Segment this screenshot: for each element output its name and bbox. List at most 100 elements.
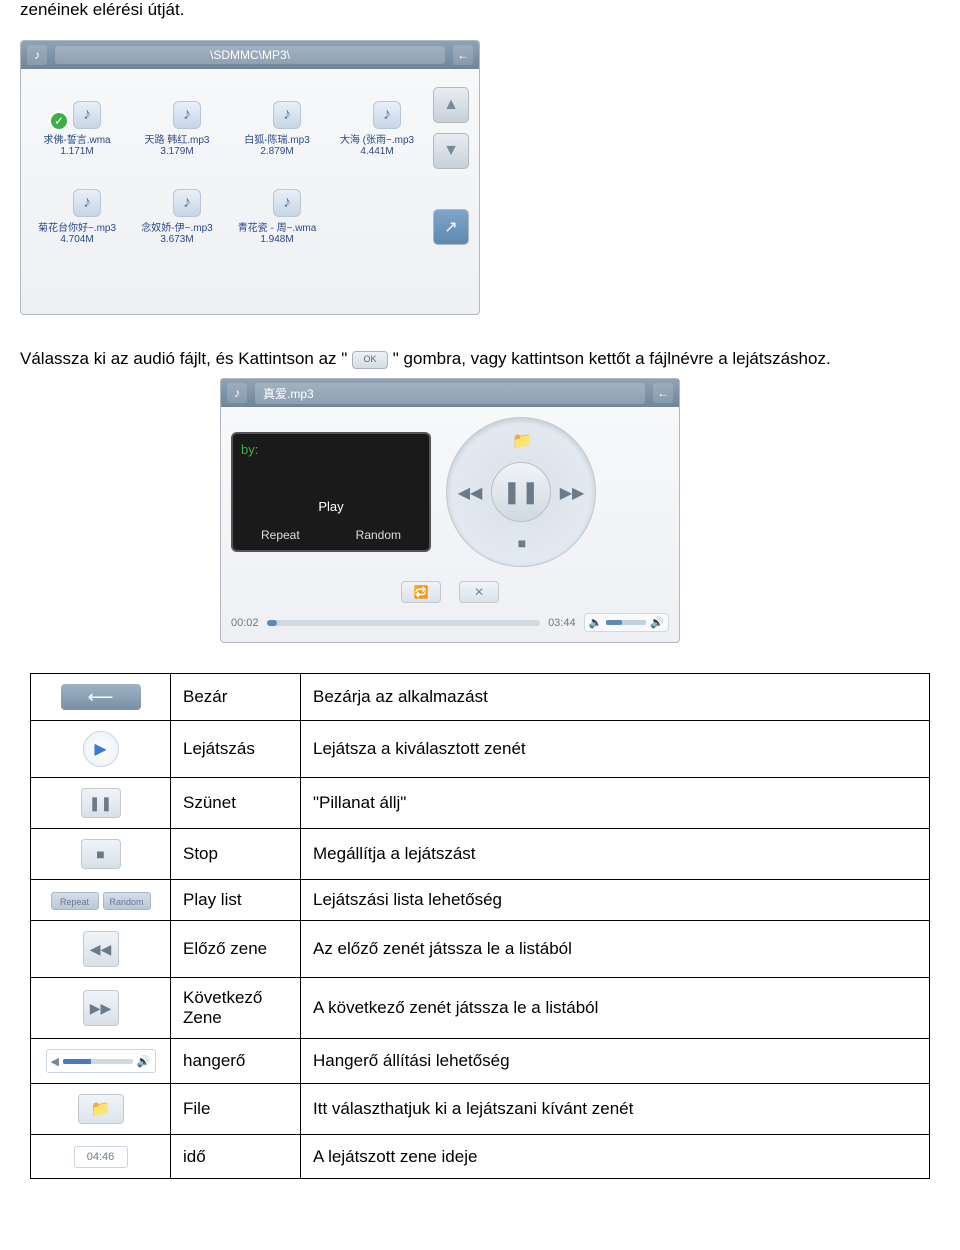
file-name: 念奴娇-伊~.mp3 [131, 219, 223, 234]
intro-text: zenéinek elérési útját. [20, 0, 940, 20]
music-player: ♪ 真爱.mp3 ← by: Play Repeat Random 📁 ◀◀ ▶… [220, 378, 680, 643]
file-name: 白狐-陈瑞.mp3 [231, 131, 323, 146]
row-icon: ❚❚ [31, 778, 171, 829]
row-label: KövetkezőZene [171, 978, 301, 1039]
file-name: 菊花台你好~.mp3 [31, 219, 123, 234]
volume-down-icon: 🔈 [589, 616, 603, 629]
row-label: hangerő [171, 1039, 301, 1084]
file-name: 天路 韩红.mp3 [131, 131, 223, 146]
row-icon: ⟵ [31, 674, 171, 721]
table-row: ▶ Lejátszás Lejátsza a kiválasztott zené… [31, 721, 930, 778]
table-row: 📁 File Itt választhatjuk ki a lejátszani… [31, 1084, 930, 1135]
row-icon: RepeatRandom [31, 880, 171, 921]
file-icon: 📁 [78, 1094, 124, 1124]
control-wheel: 📁 ◀◀ ▶▶ ■ ❚❚ [446, 417, 596, 567]
player-topbar: ♪ 真爱.mp3 ← [221, 379, 679, 407]
table-row: ◀🔊 hangerő Hangerő állítási lehetőség [31, 1039, 930, 1084]
music-note-icon: ♪ [73, 189, 101, 217]
file-item[interactable]: ♪ 大海 (张雨~.mp3 4.441M [331, 77, 423, 157]
row-icon: ◀🔊 [31, 1039, 171, 1084]
row-desc: A következő zenét játssza le a listából [301, 978, 930, 1039]
share-button[interactable]: ↗ [433, 209, 469, 245]
file-size: 4.704M [31, 234, 123, 245]
time-icon: 04:46 [74, 1146, 128, 1168]
scroll-up-button[interactable]: ▲ [433, 87, 469, 123]
table-row: ◀◀ Előző zene Az előző zenét játssza le … [31, 921, 930, 978]
row-desc: Lejátszási lista lehetőség [301, 880, 930, 921]
table-row: ▶▶ KövetkezőZene A következő zenét játss… [31, 978, 930, 1039]
path-field[interactable]: \SDMMC\MP3\ [55, 46, 445, 64]
music-note-icon: ♪ [73, 101, 101, 129]
row-icon: ▶▶ [31, 978, 171, 1039]
file-name: 求佛-誓言.wma [31, 131, 123, 146]
row-icon: ■ [31, 829, 171, 880]
music-note-icon: ♪ [373, 101, 401, 129]
file-item[interactable]: ♪ 念奴娇-伊~.mp3 3.673M [131, 165, 223, 245]
prev-button[interactable]: ◀◀ [455, 478, 485, 508]
lcd-play: Play [233, 499, 429, 514]
time-total: 03:44 [548, 617, 576, 629]
row-label: idő [171, 1135, 301, 1179]
file-size: 1.948M [231, 234, 323, 245]
playlist-modes-icon: RepeatRandom [51, 892, 151, 910]
row-desc: Bezárja az alkalmazást [301, 674, 930, 721]
next-button[interactable]: ▶▶ [557, 478, 587, 508]
folder-button[interactable]: 📁 [507, 426, 537, 456]
row-icon: 04:46 [31, 1135, 171, 1179]
music-note-icon: ♪ [173, 189, 201, 217]
file-size: 3.673M [131, 234, 223, 245]
para-after: " gombra, vagy kattintson kettőt a fájln… [393, 349, 831, 368]
row-desc: A lejátszott zene ideje [301, 1135, 930, 1179]
row-desc: "Pillanat állj" [301, 778, 930, 829]
row-label: File [171, 1084, 301, 1135]
table-row: ❚❚ Szünet "Pillanat állj" [31, 778, 930, 829]
stop-button[interactable]: ■ [507, 528, 537, 558]
table-row: RepeatRandom Play list Lejátszási lista … [31, 880, 930, 921]
file-name: 大海 (张雨~.mp3 [331, 131, 423, 146]
file-item[interactable]: ♪ 青花瓷 - 周~.wma 1.948M [231, 165, 323, 245]
back-icon: ⟵ [61, 684, 141, 710]
table-row: ■ Stop Megállítja a lejátszást [31, 829, 930, 880]
row-desc: Lejátsza a kiválasztott zenét [301, 721, 930, 778]
row-label: Előző zene [171, 921, 301, 978]
file-item[interactable]: ♪ 菊花台你好~.mp3 4.704M [31, 165, 123, 245]
repeat-button[interactable]: 🔁 [401, 581, 441, 603]
lcd-by: by: [241, 442, 421, 457]
row-desc: Megállítja a lejátszást [301, 829, 930, 880]
row-label: Bezár [171, 674, 301, 721]
music-note-icon: ♪ [173, 101, 201, 129]
table-row: 04:46 idő A lejátszott zene ideje [31, 1135, 930, 1179]
track-title: 真爱.mp3 [255, 383, 645, 404]
play-icon: ▶ [83, 731, 119, 767]
shuffle-button[interactable]: ✕ [459, 581, 499, 603]
progress-slider[interactable] [267, 620, 541, 626]
music-icon: ♪ [27, 45, 47, 65]
back-icon[interactable]: ← [653, 383, 673, 403]
stop-icon: ■ [81, 839, 121, 869]
file-item[interactable]: ♪ ✓ 求佛-誓言.wma 1.171M [31, 77, 123, 157]
table-row: ⟵ Bezár Bezárja az alkalmazást [31, 674, 930, 721]
prev-icon: ◀◀ [83, 931, 119, 967]
row-desc: Itt választhatjuk ki a lejátszani kívánt… [301, 1084, 930, 1135]
next-icon: ▶▶ [83, 990, 119, 1026]
lcd-repeat: Repeat [261, 528, 300, 542]
file-size: 3.179M [131, 146, 223, 157]
music-note-icon: ♪ [273, 189, 301, 217]
file-size: 4.441M [331, 146, 423, 157]
file-item[interactable]: ♪ 天路 韩红.mp3 3.179M [131, 77, 223, 157]
row-icon: 📁 [31, 1084, 171, 1135]
time-elapsed: 00:02 [231, 617, 259, 629]
play-pause-button[interactable]: ❚❚ [491, 462, 551, 522]
row-icon: ▶ [31, 721, 171, 778]
file-item[interactable]: ♪ 白狐-陈瑞.mp3 2.879M [231, 77, 323, 157]
browser-topbar: ♪ \SDMMC\MP3\ ← [21, 41, 479, 69]
volume-control[interactable]: 🔈 🔊 [584, 613, 669, 632]
check-icon: ✓ [49, 111, 69, 131]
row-label: Lejátszás [171, 721, 301, 778]
function-table: ⟵ Bezár Bezárja az alkalmazást ▶ Lejátsz… [30, 673, 930, 1179]
back-icon[interactable]: ← [453, 45, 473, 65]
volume-icon: ◀🔊 [46, 1049, 156, 1073]
file-size: 2.879M [231, 146, 323, 157]
row-desc: Az előző zenét játssza le a listából [301, 921, 930, 978]
scroll-down-button[interactable]: ▼ [433, 133, 469, 169]
